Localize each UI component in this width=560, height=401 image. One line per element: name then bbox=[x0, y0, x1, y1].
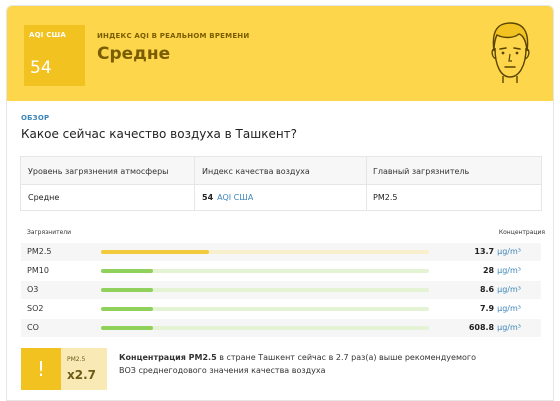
pollutant-row: O3 8.6 µg/m³ bbox=[21, 281, 541, 299]
pollutant-row: CO 608.8 µg/m³ bbox=[21, 319, 541, 337]
col-header-pollutant: Главный загрязнитель bbox=[373, 167, 470, 176]
cell-index-value: 54 bbox=[202, 193, 214, 202]
pollutant-value: 608.8 bbox=[468, 323, 495, 332]
aqi-card: AQI США 54 ИНДЕКС AQI В РЕАЛЬНОМ ВРЕМЕНИ… bbox=[6, 5, 554, 401]
aqi-badge: AQI США 54 bbox=[24, 25, 85, 86]
col-header-level: Уровень загрязнения атмосферы bbox=[28, 167, 169, 176]
aqi-subtitle: ИНДЕКС AQI В РЕАЛЬНОМ ВРЕМЕНИ bbox=[97, 32, 250, 40]
exclamation-icon: ! bbox=[21, 348, 61, 390]
pollutant-unit: µg/m³ bbox=[497, 266, 521, 275]
pollutant-concentration: 8.6 µg/m³ bbox=[480, 285, 521, 294]
pollutant-row: PM10 28 µg/m³ bbox=[21, 262, 541, 280]
pollutant-unit: µg/m³ bbox=[497, 304, 521, 313]
cell-index: 54 AQI США bbox=[202, 193, 253, 202]
pollutant-bar-track bbox=[101, 250, 429, 254]
recommendation-bold: Концентрация PM2.5 bbox=[119, 353, 217, 362]
ratio-badge-label: PM2.5 bbox=[67, 356, 86, 363]
overview-tag: ОБЗОР bbox=[21, 114, 50, 122]
pollutant-unit: µg/m³ bbox=[497, 323, 521, 332]
ratio-badge-value: x2.7 bbox=[67, 368, 96, 382]
pollutant-bar-track bbox=[101, 288, 429, 292]
aqi-status: Средне bbox=[97, 44, 171, 64]
aqi-badge-label: AQI США bbox=[29, 31, 67, 39]
overview-question: Какое сейчас качество воздуха в Ташкент? bbox=[21, 127, 298, 141]
pollutant-unit: µg/m³ bbox=[497, 285, 521, 294]
pollutant-name: PM2.5 bbox=[27, 247, 52, 256]
aqi-badge-value: 54 bbox=[30, 58, 52, 78]
aqi-header: AQI США 54 ИНДЕКС AQI В РЕАЛЬНОМ ВРЕМЕНИ… bbox=[7, 6, 553, 101]
pollutant-concentration: 13.7 µg/m³ bbox=[474, 247, 521, 256]
pollutant-name: CO bbox=[27, 323, 39, 332]
pollutant-value: 8.6 bbox=[479, 285, 495, 294]
aqi-summary-table: Уровень загрязнения атмосферы Индекс кач… bbox=[20, 156, 542, 211]
pollutant-bar-fill bbox=[101, 269, 153, 273]
pollutant-concentration: 28 µg/m³ bbox=[483, 266, 521, 275]
pollutant-name: PM10 bbox=[27, 266, 49, 275]
pollutant-row: PM2.5 13.7 µg/m³ bbox=[21, 243, 541, 261]
pollutant-concentration: 7.9 µg/m³ bbox=[480, 304, 521, 313]
concentration-header: Концентрация bbox=[498, 229, 545, 236]
pollutant-value: 13.7 bbox=[474, 247, 495, 256]
pollutant-value: 28 bbox=[482, 266, 495, 275]
recommendation-text: Концентрация PM2.5 в стране Ташкент сейч… bbox=[119, 351, 489, 377]
pollutant-bar-track bbox=[101, 269, 429, 273]
pollutant-bar-fill bbox=[101, 307, 153, 311]
aqi-us-link[interactable]: AQI США bbox=[217, 193, 253, 202]
pollutant-name: O3 bbox=[27, 285, 39, 294]
ratio-badge: ! PM2.5 x2.7 bbox=[21, 348, 107, 390]
pollutant-unit: µg/m³ bbox=[497, 247, 521, 256]
pollutant-concentration: 608.8 µg/m³ bbox=[469, 323, 521, 332]
pollutant-row: SO2 7.9 µg/m³ bbox=[21, 300, 541, 318]
pollutant-value: 7.9 bbox=[479, 304, 495, 313]
pollutant-bar-fill bbox=[101, 326, 153, 330]
cell-level: Средне bbox=[28, 193, 60, 202]
neutral-face-icon bbox=[491, 22, 530, 83]
pollutant-name: SO2 bbox=[27, 304, 44, 313]
pollutants-header: Загрязнители bbox=[27, 229, 72, 236]
pollutant-bar-fill bbox=[101, 250, 209, 254]
col-header-index: Индекс качества воздуха bbox=[202, 167, 310, 176]
pollutant-bar-fill bbox=[101, 288, 153, 292]
cell-main-pollutant: PM2.5 bbox=[373, 193, 398, 202]
pollutant-bar-track bbox=[101, 307, 429, 311]
pollutant-bar-track bbox=[101, 326, 429, 330]
